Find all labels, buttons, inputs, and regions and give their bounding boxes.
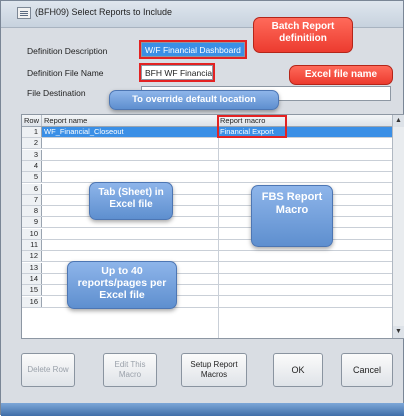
row-number: 4 [22, 160, 42, 171]
grid-vertical-scrollbar[interactable]: ▲ ▼ [392, 115, 404, 338]
row-number: 3 [22, 149, 42, 160]
header-report-macro[interactable]: Report macro [218, 115, 394, 126]
report-macro-cell[interactable] [218, 251, 394, 261]
header-row: Row [22, 115, 42, 126]
row-number: 12 [22, 251, 42, 262]
report-macro-cell[interactable] [218, 274, 394, 284]
row-number: 9 [22, 217, 42, 228]
row-number: 6 [22, 183, 42, 194]
file-destination-label: File Destination [27, 88, 86, 98]
table-row[interactable]: 5 [22, 172, 404, 184]
report-name-cell[interactable] [42, 229, 218, 239]
report-name-cell[interactable] [42, 251, 218, 261]
grid-header: Row Report name Report macro [22, 115, 404, 127]
row-number: 7 [22, 194, 42, 205]
row-number: 8 [22, 206, 42, 217]
callout-override-location: To override default location [109, 90, 279, 110]
select-reports-dialog: (BFH09) Select Reports to Include Defini… [0, 0, 404, 416]
report-macro-cell[interactable] [218, 172, 394, 182]
cancel-button[interactable]: Cancel [341, 353, 393, 387]
row-number: 5 [22, 172, 42, 183]
table-row[interactable]: 10 [22, 228, 404, 240]
callout-fbs-macro: FBS Report Macro [251, 185, 333, 247]
row-number: 15 [22, 285, 42, 296]
report-macro-cell[interactable] [218, 285, 394, 295]
report-name-cell[interactable] [42, 172, 218, 182]
report-macro-cell[interactable] [218, 297, 394, 307]
row-number: 1 [22, 127, 42, 137]
row-number: 16 [22, 296, 42, 307]
row-number: 11 [22, 240, 42, 250]
table-row[interactable]: 3 [22, 149, 404, 161]
definition-description-input[interactable]: W/F Financial Dashboard [141, 42, 245, 57]
table-row[interactable]: 8 [22, 206, 404, 218]
callout-tab-sheet: Tab (Sheet) in Excel file [89, 182, 173, 220]
report-macro-cell[interactable] [218, 161, 394, 171]
taskbar-strip [1, 403, 404, 416]
report-name-cell[interactable]: WF_Financial_Closeout [42, 127, 218, 137]
report-macro-cell[interactable] [218, 138, 394, 148]
report-name-cell[interactable] [42, 150, 218, 160]
table-row[interactable]: 4 [22, 160, 404, 172]
app-window-icon [17, 7, 31, 19]
report-name-cell[interactable] [42, 240, 218, 250]
table-row[interactable]: 2 [22, 138, 404, 150]
ok-button[interactable]: OK [273, 353, 323, 387]
callout-batch-report: Batch Report definitiion [253, 17, 353, 53]
delete-row-button[interactable]: Delete Row [21, 353, 75, 387]
row-number: 2 [22, 138, 42, 149]
table-row[interactable]: 6 [22, 183, 404, 195]
callout-up-to-40: Up to 40 reports/pages per Excel file [67, 261, 177, 309]
definition-description-label: Definition Description [27, 46, 108, 56]
table-row[interactable]: 11 [22, 240, 404, 251]
row-number: 14 [22, 273, 42, 284]
row-number: 10 [22, 228, 42, 239]
report-macro-cell[interactable]: Financial Export [218, 127, 394, 137]
edit-macro-button[interactable]: Edit This Macro [103, 353, 157, 387]
definition-file-name-label: Definition File Name [27, 68, 104, 78]
report-name-cell[interactable] [42, 161, 218, 171]
table-row[interactable]: 1 WF_Financial_Closeout Financial Export [22, 127, 404, 138]
callout-excel-file-name: Excel file name [289, 65, 393, 85]
scroll-down-arrow-icon[interactable]: ▼ [393, 326, 404, 338]
window-title: (BFH09) Select Reports to Include [35, 7, 173, 17]
setup-report-macros-button[interactable]: Setup Report Macros [181, 353, 247, 387]
report-name-cell[interactable] [42, 138, 218, 148]
row-number: 13 [22, 262, 42, 273]
report-macro-cell[interactable] [218, 150, 394, 160]
report-macro-cell[interactable] [218, 263, 394, 273]
definition-file-name-input[interactable]: BFH WF Financial [141, 65, 213, 80]
scroll-up-arrow-icon[interactable]: ▲ [393, 115, 404, 127]
table-row[interactable]: 9 [22, 217, 404, 229]
header-report-name[interactable]: Report name [42, 115, 218, 126]
table-row[interactable]: 7 [22, 194, 404, 206]
